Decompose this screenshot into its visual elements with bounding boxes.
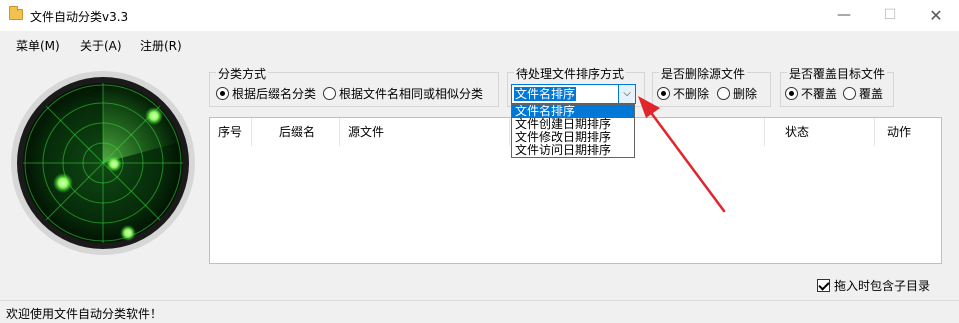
sort-method-value: 文件名排序	[514, 87, 577, 101]
checkbox-indicator[interactable]	[817, 279, 830, 292]
include-subdir-label: 拖入时包含子目录	[834, 279, 931, 293]
menu-bar: 菜单(M) 关于(A) 注册(R)	[0, 31, 959, 58]
radio-no-delete[interactable]: 不删除	[657, 85, 709, 102]
delete-source-group: 是否删除源文件 不删除 删除	[652, 65, 771, 107]
window-title: 文件自动分类v3.3	[30, 10, 129, 24]
radio-indicator[interactable]	[323, 87, 336, 100]
radio-label: 不删除	[673, 87, 710, 101]
radio-overwrite[interactable]: 覆盖	[843, 85, 883, 102]
radio-indicator[interactable]	[717, 87, 730, 100]
status-text: 欢迎使用文件自动分类软件！	[6, 307, 163, 321]
column-header-action[interactable]: 动作	[875, 118, 941, 146]
radar-image	[10, 70, 196, 256]
menu-item-register[interactable]: 注册(R)	[140, 37, 182, 54]
overwrite-target-label: 是否覆盖目标文件	[787, 65, 888, 82]
sort-option-modified[interactable]: 文件修改日期排序	[512, 131, 634, 144]
radio-by-filename[interactable]: 根据文件名相同或相似分类	[323, 85, 483, 102]
column-header-index[interactable]: 序号	[210, 118, 252, 146]
radio-indicator[interactable]	[657, 87, 670, 100]
radio-label: 覆盖	[859, 87, 884, 101]
maximize-button[interactable]: ☐	[867, 0, 913, 31]
close-button[interactable]: ✕	[913, 0, 959, 31]
sort-method-options: 文件名排序 文件创建日期排序 文件修改日期排序 文件访问日期排序	[511, 104, 635, 158]
sort-method-select[interactable]: 文件名排序 ⌵	[511, 84, 636, 104]
overwrite-target-group: 是否覆盖目标文件 不覆盖 覆盖	[780, 65, 894, 107]
sort-option-created[interactable]: 文件创建日期排序	[512, 118, 634, 131]
column-header-status[interactable]: 状态	[765, 118, 875, 146]
radio-no-overwrite[interactable]: 不覆盖	[785, 85, 837, 102]
radio-label: 根据后缀名分类	[232, 87, 317, 101]
status-bar: 欢迎使用文件自动分类软件！	[0, 300, 959, 323]
delete-source-label: 是否删除源文件	[659, 65, 748, 82]
folder-icon	[9, 6, 23, 20]
column-header-source[interactable]: 源文件	[340, 118, 510, 146]
classify-method-group: 分类方式 根据后缀名分类 根据文件名相同或相似分类	[209, 65, 499, 107]
sort-option-filename[interactable]: 文件名排序	[512, 105, 634, 118]
classify-method-label: 分类方式	[216, 65, 269, 82]
radio-label: 不覆盖	[801, 87, 838, 101]
menu-item-menu[interactable]: 菜单(M)	[16, 37, 60, 54]
radio-indicator[interactable]	[785, 87, 798, 100]
radio-indicator[interactable]	[216, 87, 229, 100]
title-bar: 文件自动分类v3.3 — ☐ ✕	[0, 0, 959, 31]
radio-by-extension[interactable]: 根据后缀名分类	[216, 85, 316, 102]
sort-option-accessed[interactable]: 文件访问日期排序	[512, 144, 634, 157]
sort-method-label: 待处理文件排序方式	[514, 65, 627, 82]
radio-label: 删除	[733, 87, 758, 101]
radio-indicator[interactable]	[843, 87, 856, 100]
radio-label: 根据文件名相同或相似分类	[339, 87, 484, 101]
chevron-down-icon[interactable]: ⌵	[618, 85, 635, 103]
menu-item-about[interactable]: 关于(A)	[80, 37, 122, 54]
include-subdir-checkbox[interactable]: 拖入时包含子目录	[817, 277, 930, 294]
column-header-extension[interactable]: 后缀名	[252, 118, 340, 146]
radio-delete[interactable]: 删除	[717, 85, 757, 102]
minimize-button[interactable]: —	[821, 0, 867, 31]
